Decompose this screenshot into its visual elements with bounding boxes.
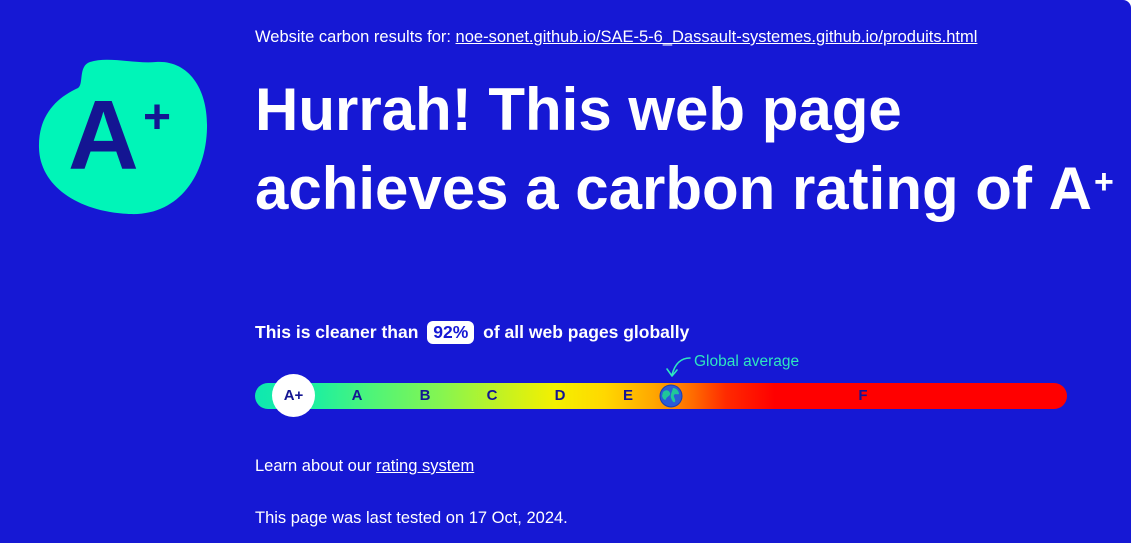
- curved-arrow-icon: [666, 357, 691, 377]
- page-headline: Hurrah! This web page achieves a carbon …: [255, 70, 1115, 228]
- grade-letter: A: [68, 80, 139, 190]
- learn-prefix: Learn about our: [255, 457, 372, 475]
- headline-text: Hurrah! This web page achieves a carbon …: [255, 76, 1032, 222]
- headline-grade-modifier: +: [1093, 163, 1114, 201]
- globe-icon: [659, 384, 683, 408]
- scale-label-e: E: [622, 387, 634, 404]
- results-for-label: Website carbon results for:: [255, 28, 451, 46]
- headline-grade-letter: A: [1048, 155, 1092, 222]
- current-rating-label: A+: [283, 387, 304, 404]
- comparison-suffix: of all web pages globally: [483, 322, 690, 342]
- scale-label-b: B: [419, 387, 431, 404]
- results-for-line: Website carbon results for: noe-sonet.gi…: [255, 28, 977, 47]
- grade-modifier: +: [143, 91, 172, 144]
- learn-line: Learn about our rating system: [255, 457, 474, 476]
- grade-badge: A +: [38, 58, 210, 218]
- page-edge: [1131, 0, 1141, 543]
- global-average-label: Global average: [694, 353, 800, 370]
- cleaner-percent-badge: 92%: [427, 321, 475, 344]
- rating-system-link[interactable]: rating system: [376, 457, 474, 475]
- scale-label-f: F: [858, 387, 868, 404]
- current-rating-marker: A+: [272, 374, 315, 417]
- last-tested-text: This page was last tested on 17 Oct, 202…: [255, 509, 568, 527]
- scale-label-c: C: [486, 387, 498, 404]
- rating-scale: A B C D E F A+: [255, 374, 1067, 417]
- comparison-prefix: This is cleaner than: [255, 322, 419, 342]
- tested-url-link[interactable]: noe-sonet.github.io/SAE-5-6_Dassault-sys…: [456, 28, 978, 46]
- scale-label-a: A: [351, 387, 363, 404]
- headline-grade: A+: [1049, 149, 1114, 228]
- results-panel: A + Website carbon results for: noe-sone…: [0, 0, 1131, 543]
- scale-label-d: D: [554, 387, 566, 404]
- comparison-line: This is cleaner than 92% of all web page…: [255, 321, 689, 344]
